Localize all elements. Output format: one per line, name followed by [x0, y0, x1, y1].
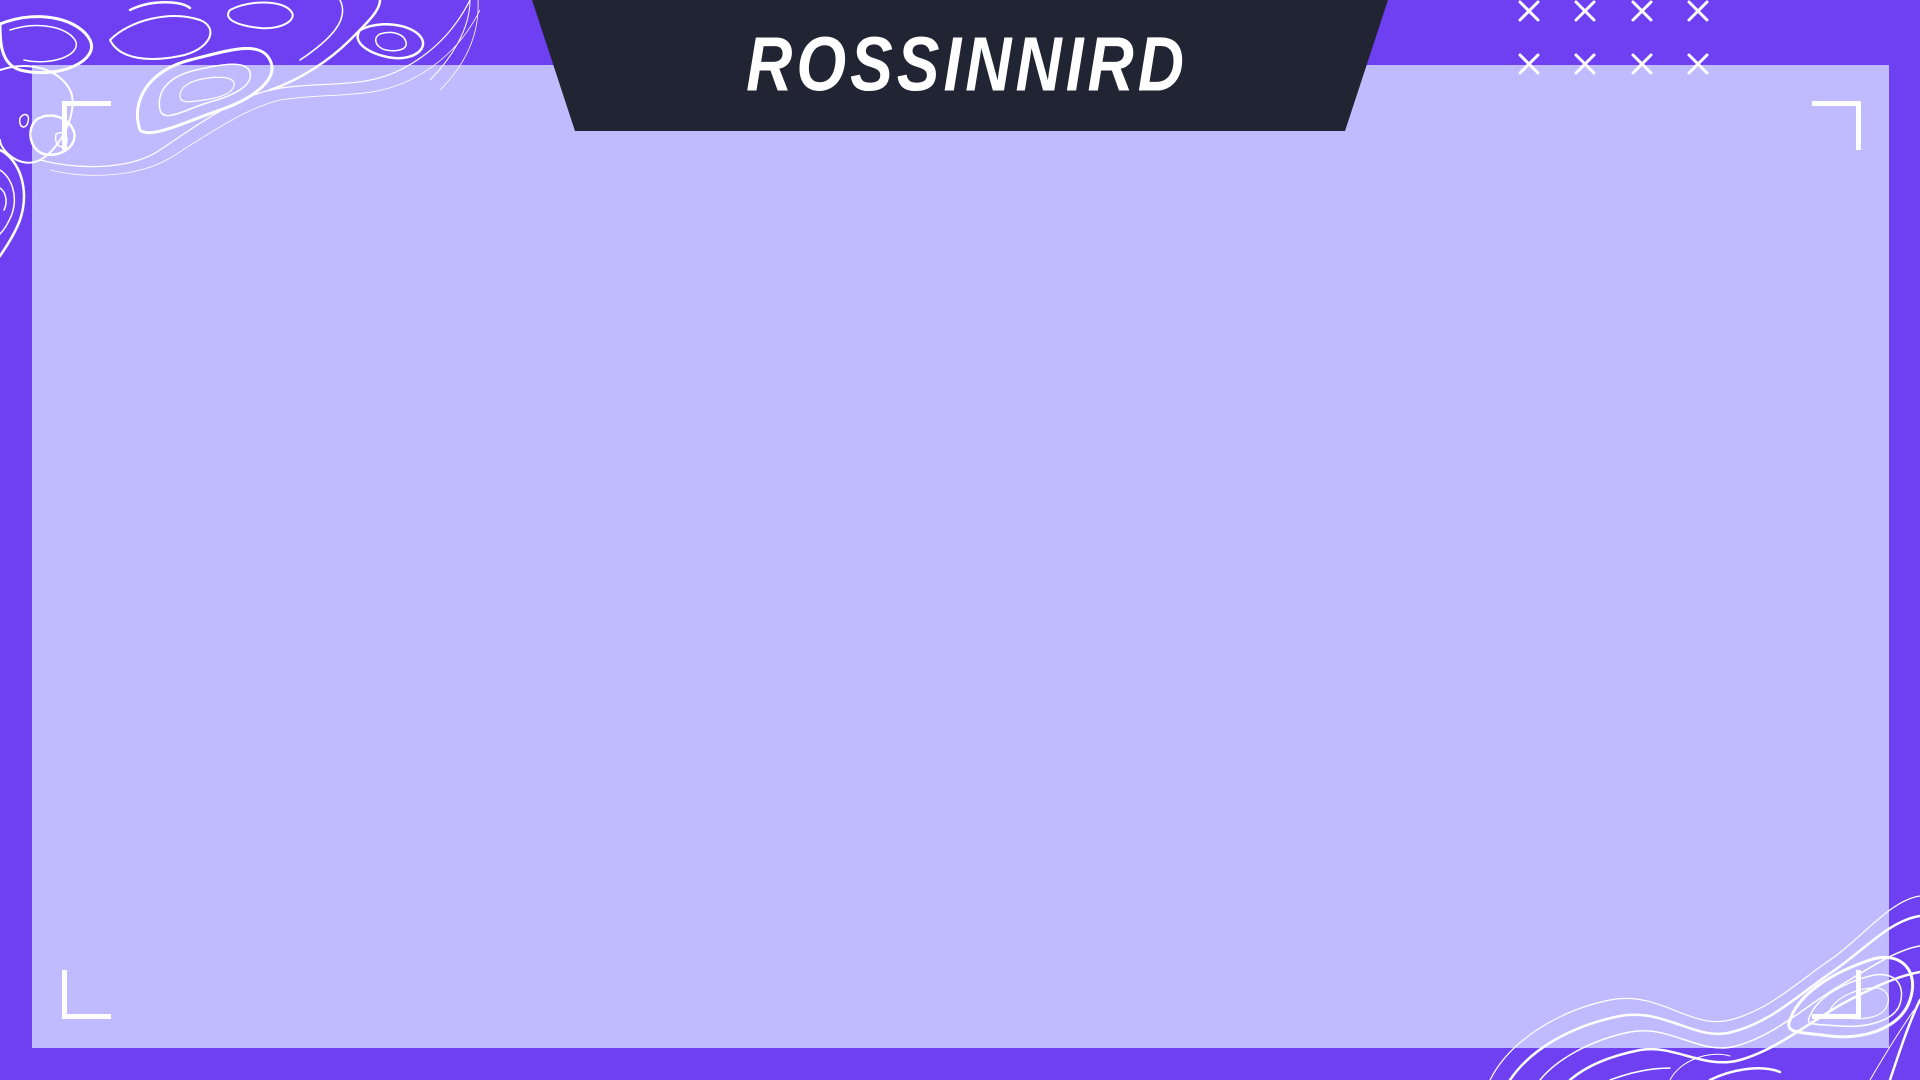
corner-bracket-icon-bottom-right [1812, 970, 1861, 1019]
cross-mark-icon [1518, 0, 1540, 22]
cross-mark-icon [1574, 0, 1596, 22]
cross-mark-icon [1687, 0, 1709, 22]
cross-mark-icon-grid [1518, 0, 1709, 75]
corner-bracket-icon-top-right [1812, 101, 1861, 150]
cross-mark-icon [1574, 53, 1596, 75]
corner-bracket-icon-top-left [62, 101, 111, 150]
cross-mark-icon [1687, 53, 1709, 75]
corner-bracket-icon-bottom-left [62, 970, 111, 1019]
cross-mark-icon [1631, 53, 1653, 75]
page-title: ROSSINNIRD [746, 20, 1188, 108]
cross-mark-icon [1631, 0, 1653, 22]
cross-mark-icon [1518, 53, 1540, 75]
content-panel [32, 65, 1889, 1048]
